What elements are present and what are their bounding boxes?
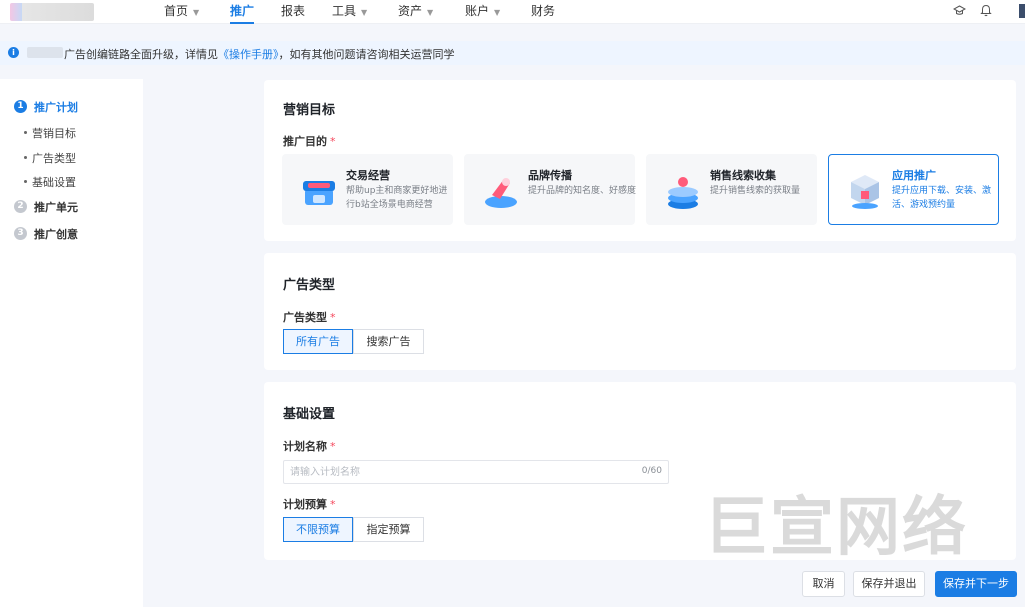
goal-title: 应用推广 — [892, 169, 936, 182]
chevron-down-icon: ▼ — [361, 8, 368, 17]
goal-title: 销售线索收集 — [710, 169, 776, 182]
nav-item-promotion[interactable]: 推广 — [230, 0, 255, 24]
budget-unlimited[interactable]: 不限预算 — [283, 517, 353, 542]
step-label: 推广计划 — [34, 101, 78, 114]
step-number: 1 — [14, 100, 27, 113]
app-cube-icon — [851, 175, 879, 209]
substep-marketing-goal[interactable]: 营销目标 — [24, 125, 76, 141]
top-nav: 首页 ▼ 推广 报表 工具 ▼ 资产 ▼ 账户 ▼ 财务 — [0, 0, 1025, 24]
goal-desc: 帮助up主和商家更好地进行b站全场景电商经营 — [346, 186, 448, 210]
budget-specified[interactable]: 指定预算 — [353, 517, 424, 542]
goal-desc: 提升销售线索的获取量 — [710, 186, 801, 196]
notice-bar: i 广告创编链路全面升级，详情见《操作手册》，如有其他问题请咨询相关运营同学 — [0, 41, 1025, 65]
save-next-button[interactable]: 保存并下一步 — [935, 571, 1017, 597]
bell-icon[interactable] — [980, 4, 992, 17]
marketing-goal-card: 营销目标 推广目的 * 交易经营 帮助up主和商家更好地进行b站全场景电商经营 品… — [264, 80, 1016, 241]
nav-item-tools[interactable]: 工具 ▼ — [332, 0, 367, 24]
ad-type-all[interactable]: 所有广告 — [283, 329, 353, 354]
nav-item-finance[interactable]: 财务 — [531, 0, 555, 24]
goal-title: 交易经营 — [346, 169, 390, 182]
goal-option-trade[interactable]: 交易经营 帮助up主和商家更好地进行b站全场景电商经营 — [282, 154, 453, 225]
edge-marker — [1019, 4, 1025, 18]
notice-text: 广告创编链路全面升级，详情见《操作手册》，如有其他问题请咨询相关运营同学 — [64, 48, 455, 61]
card-title: 广告类型 — [283, 278, 336, 293]
card-title: 营销目标 — [283, 103, 336, 118]
step-number: 3 — [14, 227, 27, 240]
watermark: 巨宣网络 — [704, 491, 968, 565]
goal-desc: 提升应用下载、安装、激活、游戏预约量 — [892, 186, 992, 210]
steps-sidebar: 1 推广计划 营销目标 广告类型 基础设置 2 推广单元 3 推广创意 — [0, 79, 143, 607]
field-label: 计划预算 * — [283, 498, 336, 511]
nav-item-account[interactable]: 账户 ▼ — [465, 0, 500, 24]
megaphone-icon — [485, 178, 517, 208]
nav-item-assets[interactable]: 资产 ▼ — [398, 0, 433, 24]
goal-option-brand[interactable]: 品牌传播 提升品牌的知名度、好感度 — [464, 154, 637, 225]
shop-icon — [303, 181, 335, 205]
field-label: 推广目的 * — [283, 135, 336, 148]
goal-desc: 提升品牌的知名度、好感度 — [528, 186, 637, 196]
logo[interactable] — [10, 3, 94, 21]
cancel-button[interactable]: 取消 — [802, 571, 845, 597]
notice-redacted — [27, 47, 63, 58]
step-label: 推广单元 — [34, 201, 78, 214]
step-number: 2 — [14, 200, 27, 213]
card-title: 基础设置 — [283, 407, 336, 422]
step-label: 推广创意 — [34, 228, 78, 241]
char-counter: 0/60 — [641, 466, 662, 476]
nav-item-reports[interactable]: 报表 — [281, 0, 305, 24]
plan-name-input[interactable] — [284, 461, 624, 483]
nav-item-home[interactable]: 首页 ▼ — [164, 0, 199, 24]
field-label: 广告类型 * — [283, 311, 336, 324]
field-label: 计划名称 * — [283, 440, 336, 453]
goal-option-app[interactable]: 应用推广 提升应用下载、安装、激活、游戏预约量 — [828, 154, 999, 225]
goal-option-leads[interactable]: 销售线索收集 提升销售线索的获取量 — [646, 154, 817, 225]
substep-ad-type[interactable]: 广告类型 — [24, 150, 76, 166]
info-icon: i — [8, 47, 19, 58]
graduation-cap-icon[interactable] — [953, 4, 966, 17]
chevron-down-icon: ▼ — [193, 8, 200, 17]
funnel-icon — [668, 177, 698, 209]
save-exit-button[interactable]: 保存并退出 — [853, 571, 925, 597]
substep-basic-settings[interactable]: 基础设置 — [24, 174, 76, 190]
ad-type-card: 广告类型 广告类型 * 所有广告 搜索广告 — [264, 253, 1016, 370]
chevron-down-icon: ▼ — [427, 8, 434, 17]
manual-link[interactable]: 《操作手册》 — [218, 48, 279, 61]
goal-title: 品牌传播 — [528, 169, 572, 182]
chevron-down-icon: ▼ — [494, 8, 501, 17]
plan-name-field[interactable]: 0/60 — [283, 460, 669, 484]
ad-type-search[interactable]: 搜索广告 — [353, 329, 424, 354]
